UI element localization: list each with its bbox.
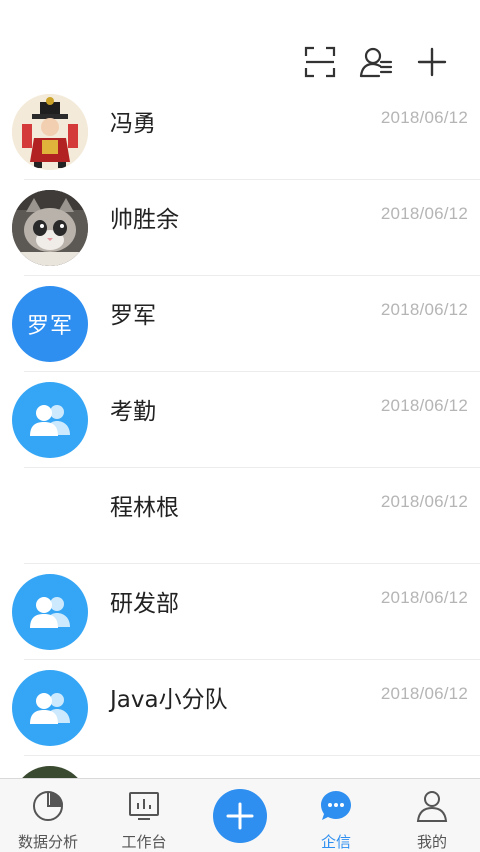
tab-data-analysis[interactable]: 数据分析 [0, 779, 96, 852]
add-icon[interactable] [414, 44, 450, 80]
contact-name: 冯勇 [110, 111, 156, 137]
list-item[interactable]: 考勤 2018/06/12 [0, 372, 480, 468]
avatar [12, 766, 88, 778]
contact-name: 考勤 [110, 399, 156, 425]
bottom-tab-bar: 数据分析 工作台 企信 我的 [0, 778, 480, 852]
list-item[interactable]: 帅胜余 2018/06/12 [0, 180, 480, 276]
avatar: 罗军 [12, 286, 88, 362]
list-item[interactable]: 研发部 2018/06/12 [0, 564, 480, 660]
message-date: 2018/06/12 [380, 204, 468, 223]
avatar [12, 478, 88, 554]
group-icon [12, 574, 88, 650]
list-item[interactable]: Java小分队 2018/06/12 [0, 660, 480, 756]
message-date: 2018/06/12 [380, 684, 468, 703]
tab-workbench[interactable]: 工作台 [96, 779, 192, 852]
contact-name: 研发部 [110, 591, 179, 617]
contact-name: Java小分队 [110, 687, 228, 713]
list-item[interactable]: 冯勇 2018/06/12 [0, 84, 480, 180]
tab-me[interactable]: 我的 [384, 779, 480, 852]
avatar [12, 190, 88, 266]
tab-label: 工作台 [121, 833, 167, 851]
contact-name: 程林根 [110, 495, 179, 521]
message-date: 2018/06/12 [380, 108, 468, 127]
avatar [12, 94, 88, 170]
contact-name: 罗军 [110, 303, 156, 329]
scan-icon[interactable] [302, 44, 338, 80]
conversation-list[interactable]: 冯勇 2018/06/12 帅胜余 2018/06/12 罗军 罗军 2018/… [0, 84, 480, 778]
monitor-chart-icon [129, 792, 159, 820]
group-icon [12, 382, 88, 458]
contact-name: 帅胜余 [110, 207, 179, 233]
message-date: 2018/06/12 [380, 300, 468, 319]
tab-create[interactable] [192, 779, 288, 852]
top-bar [0, 0, 480, 96]
tab-label: 企信 [320, 833, 351, 851]
plus-icon[interactable] [213, 789, 267, 843]
list-item[interactable]: 罗军 罗军 2018/06/12 [0, 276, 480, 372]
contacts-icon[interactable] [358, 44, 394, 80]
tab-messages[interactable]: 企信 [288, 779, 384, 852]
pie-chart-icon [33, 791, 63, 821]
person-icon [416, 791, 448, 822]
chat-bubble-icon [321, 791, 351, 820]
list-item[interactable]: 程林根 2018/06/12 [0, 468, 480, 564]
message-date: 2018/06/12 [380, 396, 468, 415]
list-item[interactable] [0, 756, 480, 778]
message-date: 2018/06/12 [380, 588, 468, 607]
tab-label: 我的 [416, 833, 447, 851]
tab-label: 数据分析 [17, 833, 78, 851]
group-icon [12, 670, 88, 746]
message-date: 2018/06/12 [380, 492, 468, 511]
